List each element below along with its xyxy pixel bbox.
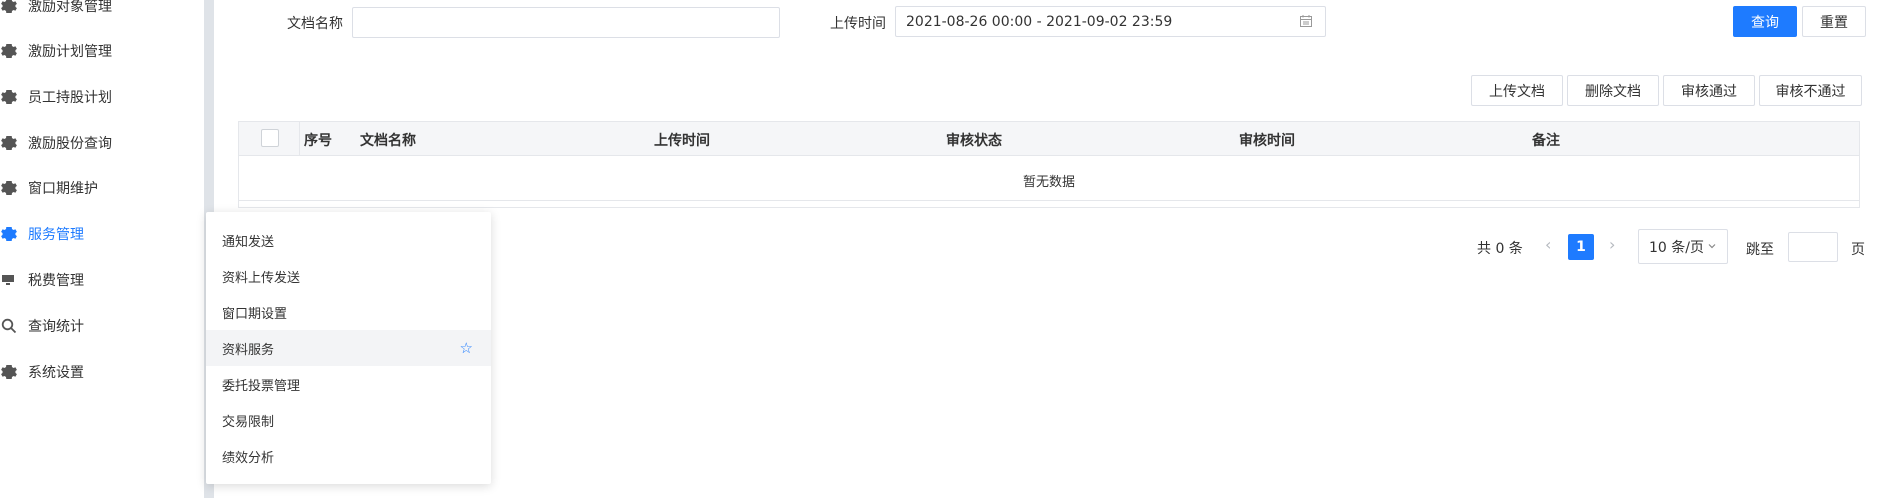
approve-button[interactable]: 审核通过 [1663, 75, 1755, 106]
jump-label: 跳至 [1746, 242, 1774, 258]
column-header-index: 序号 [304, 133, 332, 149]
submenu-item-label: 绩效分析 [222, 450, 275, 466]
page-number-current[interactable]: 1 [1568, 234, 1594, 260]
gear-icon [0, 42, 18, 60]
sidebar-item-label: 激励计划管理 [28, 44, 112, 60]
gear-icon [0, 134, 18, 152]
doc-name-label: 文档名称 [287, 16, 343, 32]
submenu-item-label: 通知发送 [222, 234, 275, 250]
service-management-submenu: 通知发送 资料上传发送 窗口期设置 资料服务 ☆ 委托投票管理 交易限制 绩效分… [206, 212, 491, 484]
reject-button[interactable]: 审核不通过 [1759, 75, 1862, 106]
sidebar-item-label: 查询统计 [28, 319, 84, 335]
submenu-item-notification-send[interactable]: 通知发送 [206, 222, 491, 258]
sidebar-item-service-management[interactable]: 服务管理 [0, 211, 204, 257]
select-all-checkbox[interactable] [261, 129, 279, 147]
column-header-doc-name: 文档名称 [360, 133, 416, 149]
column-divider [299, 122, 300, 156]
upload-document-button[interactable]: 上传文档 [1471, 75, 1563, 106]
app-page: 激励对象管理 激励计划管理 员工持股计划 激励股份查询 窗口期维护 服务管理 税… [0, 0, 1895, 498]
gear-icon [0, 0, 18, 15]
jump-page-input[interactable] [1788, 232, 1838, 262]
star-icon[interactable]: ☆ [460, 339, 473, 357]
gear-icon [0, 88, 18, 106]
column-header-review-time: 审核时间 [1239, 133, 1295, 149]
search-icon [0, 317, 18, 335]
column-header-remarks: 备注 [1532, 133, 1560, 149]
submenu-item-label: 资料服务 [222, 342, 275, 358]
column-header-review-status: 审核状态 [946, 133, 1002, 149]
sidebar-item-label: 员工持股计划 [28, 90, 112, 106]
submenu-item-performance-analysis[interactable]: 绩效分析 [206, 438, 491, 474]
submenu-item-proxy-voting[interactable]: 委托投票管理 [206, 366, 491, 402]
gear-icon [0, 363, 18, 381]
submenu-item-material-upload-send[interactable]: 资料上传发送 [206, 258, 491, 294]
table-empty-text: 暂无数据 [1022, 175, 1075, 190]
pagination-total: 共 0 条 [1477, 241, 1523, 257]
delete-document-button[interactable]: 删除文档 [1567, 75, 1659, 106]
column-header-upload-time: 上传时间 [654, 133, 710, 149]
sidebar-item-incentive-objects[interactable]: 激励对象管理 [0, 0, 204, 29]
doc-name-input[interactable] [352, 7, 780, 38]
sidebar-item-system-settings[interactable]: 系统设置 [0, 349, 204, 395]
sidebar-item-label: 激励对象管理 [28, 0, 112, 15]
submenu-item-label: 窗口期设置 [222, 306, 288, 322]
submenu-item-label: 委托投票管理 [222, 378, 301, 394]
page-suffix: 页 [1851, 242, 1865, 258]
upload-time-range-input[interactable]: 2021-08-26 00:00 - 2021-09-02 23:59 [895, 6, 1326, 37]
next-page-icon[interactable]: › [1609, 235, 1615, 254]
calendar-icon[interactable] [1299, 14, 1313, 32]
table-header: 序号 文档名称 上传时间 审核状态 审核时间 备注 [239, 122, 1859, 156]
sidebar: 激励对象管理 激励计划管理 员工持股计划 激励股份查询 窗口期维护 服务管理 税… [0, 0, 204, 498]
prev-page-icon[interactable]: ‹ [1545, 235, 1551, 254]
query-button[interactable]: 查询 [1733, 6, 1797, 37]
gear-icon [0, 179, 18, 197]
sidebar-item-incentive-plans[interactable]: 激励计划管理 [0, 28, 204, 74]
sidebar-item-label: 系统设置 [28, 365, 84, 381]
documents-table: 序号 文档名称 上传时间 审核状态 审核时间 备注 暂无数据 [238, 121, 1860, 208]
submenu-item-label: 资料上传发送 [222, 270, 301, 286]
submenu-item-trading-restrictions[interactable]: 交易限制 [206, 402, 491, 438]
sidebar-item-employee-stock[interactable]: 员工持股计划 [0, 74, 204, 120]
upload-time-range-value: 2021-08-26 00:00 - 2021-09-02 23:59 [906, 13, 1173, 30]
table-divider [239, 200, 1859, 201]
sidebar-item-query-statistics[interactable]: 查询统计 [0, 303, 204, 349]
sidebar-item-window-period[interactable]: 窗口期维护 [0, 165, 204, 211]
sidebar-item-share-query[interactable]: 激励股份查询 [0, 120, 204, 166]
monitor-icon [0, 271, 18, 289]
sidebar-item-tax-management[interactable]: 税费管理 [0, 257, 204, 303]
sidebar-item-label: 税费管理 [28, 273, 84, 289]
page-size-select[interactable]: 10 条/页 [1638, 229, 1728, 264]
gear-icon [0, 225, 18, 243]
sidebar-item-label: 服务管理 [28, 227, 84, 243]
upload-time-label: 上传时间 [830, 16, 886, 32]
sidebar-item-label: 窗口期维护 [28, 181, 98, 197]
reset-button[interactable]: 重置 [1802, 6, 1866, 37]
page-size-value: 10 条/页 [1649, 239, 1704, 256]
chevron-down-icon [1707, 239, 1717, 255]
submenu-item-label: 交易限制 [222, 414, 275, 430]
sidebar-item-label: 激励股份查询 [28, 136, 112, 152]
submenu-item-material-service[interactable]: 资料服务 ☆ [206, 330, 491, 366]
submenu-item-window-period-settings[interactable]: 窗口期设置 [206, 294, 491, 330]
